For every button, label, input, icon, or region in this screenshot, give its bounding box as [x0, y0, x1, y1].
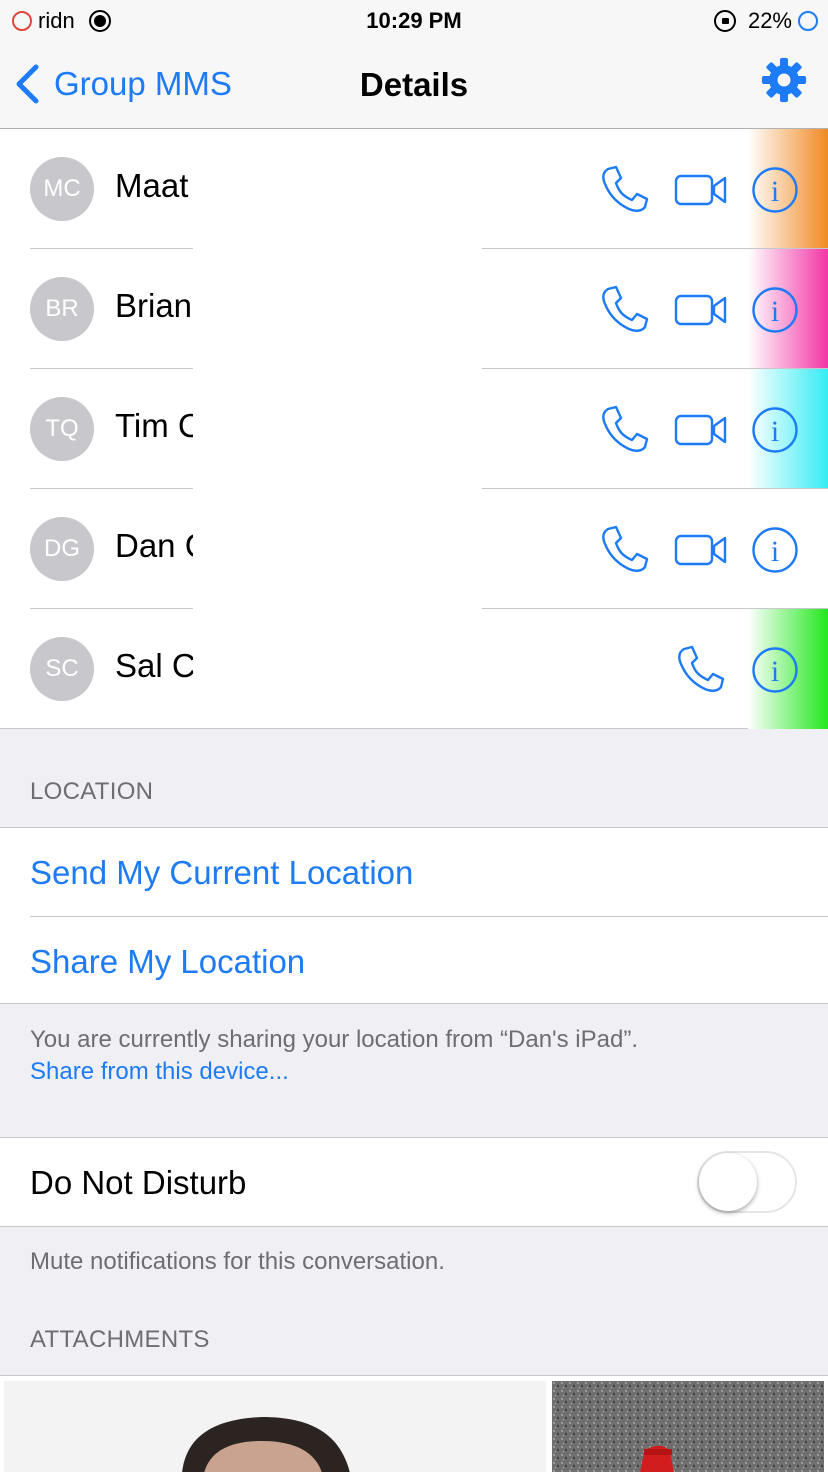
attachment-thumbnail[interactable] — [4, 1381, 546, 1472]
avatar: DG — [30, 517, 94, 581]
section-header-attachments: ATTACHMENTS — [30, 1326, 210, 1353]
attachments-strip — [0, 1375, 828, 1472]
phone-icon[interactable] — [601, 285, 649, 333]
avatar: BR — [30, 277, 94, 341]
photo-object-image — [552, 1381, 824, 1472]
back-chevron-icon — [16, 64, 39, 104]
do-not-disturb-row: Do Not Disturb — [0, 1137, 828, 1227]
location-footer-text: You are currently sharing your location … — [30, 1026, 638, 1053]
do-not-disturb-label: Do Not Disturb — [30, 1164, 247, 1201]
svg-text:i: i — [771, 415, 779, 448]
video-icon[interactable] — [674, 173, 728, 207]
contact-row[interactable]: SC Sal C i — [0, 609, 828, 729]
battery-ring-icon — [798, 11, 818, 31]
contact-row[interactable]: BR Brian i — [0, 249, 828, 369]
contact-row[interactable]: DG Dan C i — [0, 489, 828, 609]
navigation-bar: Group MMS Details — [0, 40, 828, 129]
status-time: 10:29 PM — [366, 8, 462, 33]
attachment-thumbnail[interactable] — [552, 1381, 824, 1472]
send-current-location-button[interactable]: Send My Current Location — [0, 828, 828, 916]
info-icon[interactable]: i — [751, 406, 799, 454]
contact-row[interactable]: MC Maat i — [0, 129, 828, 249]
contact-name: Sal C — [115, 647, 193, 684]
section-header-location: LOCATION — [30, 778, 154, 805]
contact-row[interactable]: TQ Tim C i — [0, 369, 828, 489]
svg-text:i: i — [771, 535, 779, 568]
dnd-footer-text: Mute notifications for this conversation… — [30, 1248, 445, 1275]
info-icon[interactable]: i — [751, 526, 799, 574]
phone-icon[interactable] — [601, 165, 649, 213]
avatar: SC — [30, 637, 94, 701]
contact-name: Dan C — [115, 527, 193, 564]
send-current-location-label: Send My Current Location — [30, 854, 414, 891]
info-icon[interactable]: i — [751, 166, 799, 214]
share-from-device-link[interactable]: Share from this device... — [30, 1058, 289, 1086]
svg-text:i: i — [771, 175, 779, 208]
status-right: 22% — [713, 8, 818, 34]
photo-person-image — [4, 1381, 546, 1472]
video-icon[interactable] — [674, 413, 728, 447]
back-button[interactable]: Group MMS — [14, 60, 232, 108]
battery-percent: 22% — [747, 8, 792, 33]
video-icon[interactable] — [674, 293, 728, 327]
share-location-label: Share My Location — [30, 943, 306, 980]
contact-name: Maat — [115, 167, 189, 204]
phone-icon[interactable] — [601, 525, 649, 573]
svg-text:i: i — [771, 655, 779, 688]
gear-icon[interactable] — [762, 58, 806, 102]
avatar: MC — [30, 157, 94, 221]
status-bar: ridn 10:29 PM 22% — [0, 0, 828, 40]
phone-icon[interactable] — [677, 645, 725, 693]
rotation-lock-icon — [713, 10, 736, 32]
svg-text:i: i — [771, 295, 779, 328]
phone-icon[interactable] — [601, 405, 649, 453]
contacts-list: MC Maat i BR Brian i TQ Tim C i DG Dan i… — [0, 129, 828, 729]
info-icon[interactable]: i — [751, 646, 799, 694]
back-button-label: Group MMS — [54, 65, 232, 102]
share-location-button[interactable]: Share My Location — [0, 917, 828, 1005]
location-group: Send My Current Location Share My Locati… — [0, 827, 828, 1004]
do-not-disturb-toggle[interactable] — [697, 1151, 797, 1213]
contact-name: Tim C — [115, 407, 193, 444]
video-icon[interactable] — [674, 533, 728, 567]
info-icon[interactable]: i — [751, 286, 799, 334]
avatar: TQ — [30, 397, 94, 461]
toggle-knob — [699, 1153, 757, 1211]
contact-name: Brian — [115, 287, 193, 324]
